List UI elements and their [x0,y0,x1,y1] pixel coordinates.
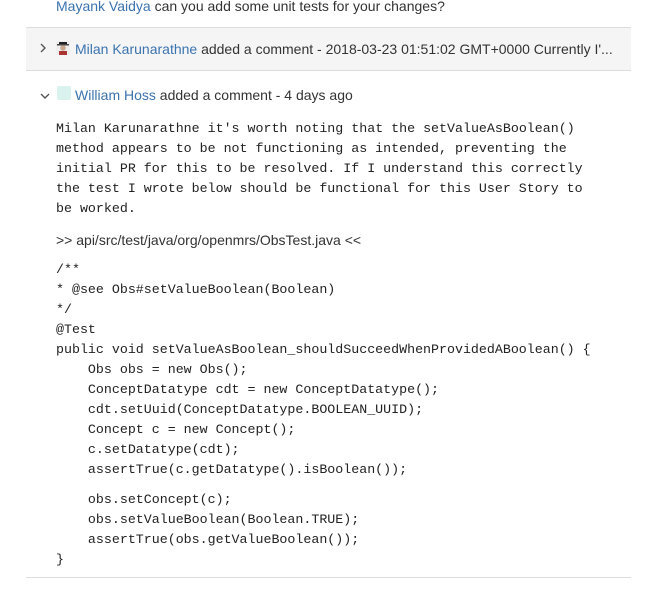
comment-body-line: initial PR for this to be resolved. If I… [56,161,583,176]
previous-comment-line: Mayank Vaidya can you add some unit test… [56,0,445,15]
comment-body-line: it's worth noting that the setValueAsBoo… [199,121,575,136]
comment-body: Milan Karunarathne it's worth noting tha… [56,119,626,219]
chevron-down-icon[interactable] [39,91,51,101]
code-line: assertTrue(c.getDatatype().isBoolean()); [56,462,408,477]
comment-body-line: method appears to be not functioning as … [56,141,567,156]
code-line: /** [56,262,80,277]
comment-body-line: the test I wrote below should be functio… [56,181,583,196]
code-line: Concept c = new Concept(); [56,422,296,437]
code-line: obs.setValueBoolean(Boolean.TRUE); [56,512,360,527]
code-line: public void setValueAsBoolean_shouldSucc… [56,342,591,357]
code-line: assertTrue(obs.getValueBoolean()); [56,532,360,547]
comment-divider [26,577,631,578]
chevron-right-icon[interactable] [38,42,48,54]
collapsed-comment[interactable]: Milan Karunarathne added a comment - 201… [26,27,631,71]
author-link-milan[interactable]: Milan Karunarathne [75,41,197,57]
code-line: @Test [56,322,96,337]
code-line: cdt.setUuid(ConceptDatatype.BOOLEAN_UUID… [56,402,424,417]
user-avatar-icon [57,86,71,100]
code-line: obs.setConcept(c); [56,492,232,507]
author-link-william[interactable]: William Hoss [75,87,156,103]
expanded-comment-heading: William Hoss added a comment - 4 days ag… [75,86,353,104]
code-gap [56,480,591,490]
code-block: /** * @see Obs#setValueBoolean(Boolean) … [56,260,591,570]
code-line: * @see Obs#setValueBoolean(Boolean) [56,282,336,297]
code-line: Obs obs = new Obs(); [56,362,248,377]
code-line: } [56,552,64,567]
expanded-comment-header[interactable]: William Hoss added a comment - 4 days ag… [26,85,631,105]
collapsed-comment-meta: added a comment - 2018-03-23 01:51:02 GM… [197,41,613,57]
code-line: c.setDatatype(cdt); [56,442,240,457]
code-line: */ [56,302,72,317]
previous-comment-text: can you add some unit tests for your cha… [150,0,445,14]
user-avatar-icon [56,41,70,55]
author-link-mayank[interactable]: Mayank Vaidya [56,0,151,14]
mention-link-milan[interactable]: Milan Karunarathne [56,121,200,136]
file-reference: >> api/src/test/java/org/openmrs/ObsTest… [56,232,362,248]
expanded-comment-meta: added a comment - 4 days ago [155,87,353,103]
comment-body-line: be worked. [56,201,136,216]
collapsed-comment-summary: Milan Karunarathne added a comment - 201… [75,40,613,58]
code-line: ConceptDatatype cdt = new ConceptDatatyp… [56,382,440,397]
